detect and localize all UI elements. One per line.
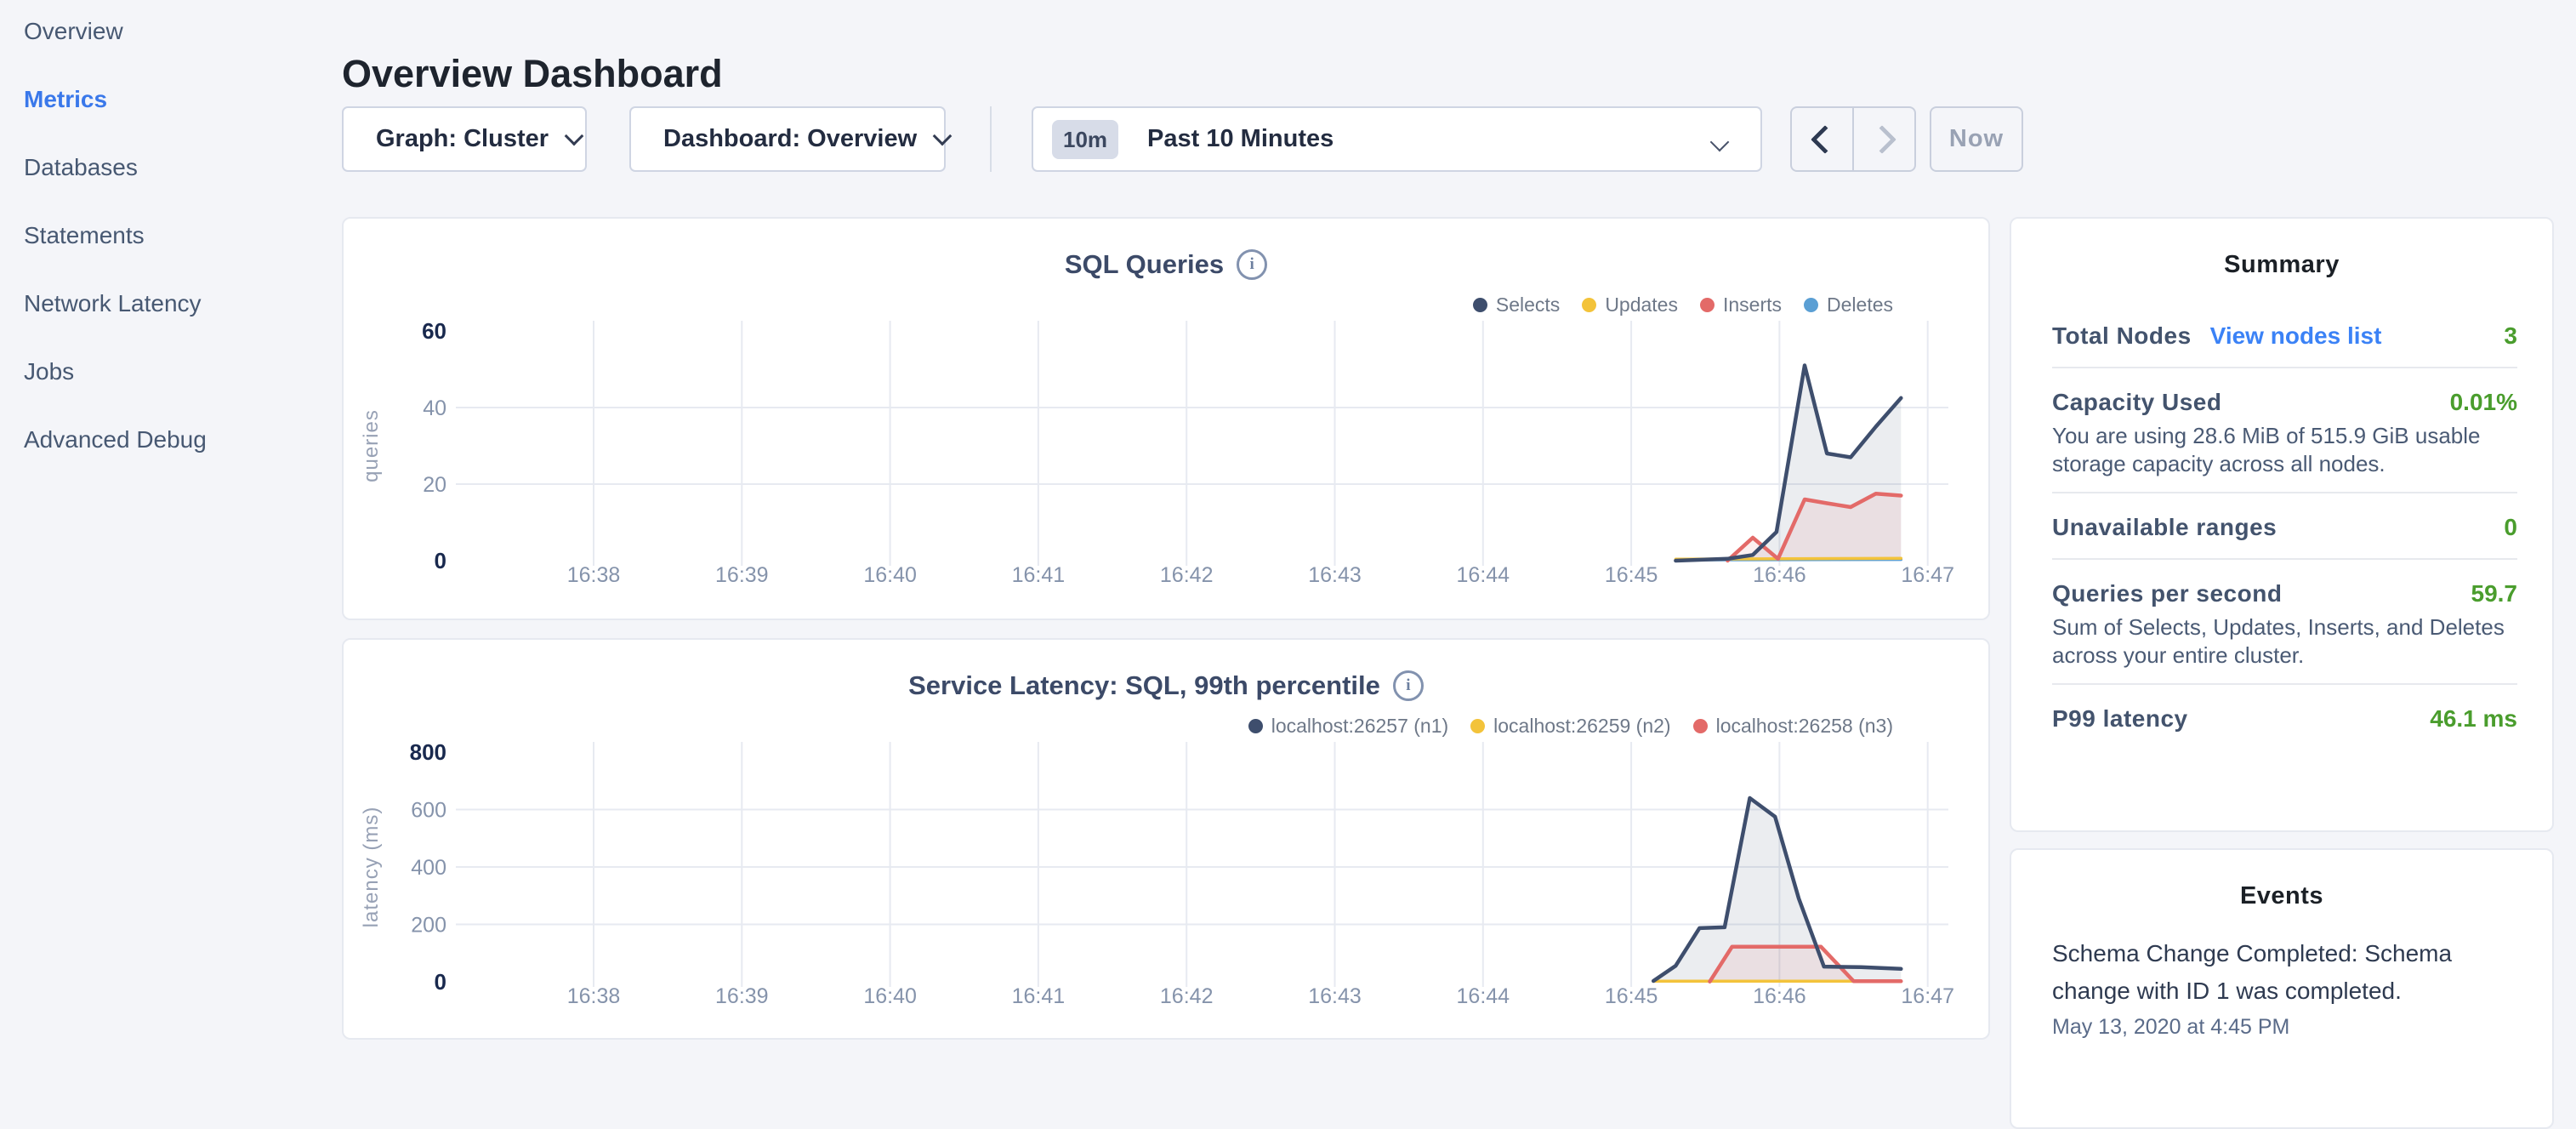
svg-text:16:42: 16:42 xyxy=(1160,563,1214,587)
summary-row-description: Sum of Selects, Updates, Inserts, and De… xyxy=(2052,613,2517,670)
events-heading: Events xyxy=(2011,881,2552,910)
summary-row-label: Total Nodes xyxy=(2052,322,2192,350)
summary-row-label: Unavailable ranges xyxy=(2052,514,2277,541)
chevron-down-icon xyxy=(1710,133,1730,152)
svg-text:16:40: 16:40 xyxy=(863,984,917,1008)
summary-row-label: P99 latency xyxy=(2052,705,2188,733)
sidebar-item-overview[interactable]: Overview xyxy=(24,17,313,46)
svg-text:16:47: 16:47 xyxy=(1901,984,1954,1008)
svg-text:queries: queries xyxy=(360,409,383,482)
service-latency-chart-plot[interactable]: 0 200 400 600 800 16:38 16:39 16:40 16:41 16:42 16… xyxy=(344,640,1988,1038)
svg-text:600: 600 xyxy=(411,799,446,823)
svg-text:16:39: 16:39 xyxy=(715,984,769,1008)
dashboard-dropdown-label: Dashboard: Overview xyxy=(663,125,917,153)
svg-text:16:45: 16:45 xyxy=(1605,563,1658,587)
svg-text:16:41: 16:41 xyxy=(1012,984,1066,1008)
summary-row-total-nodes: Total Nodes View nodes list 3 xyxy=(2052,319,2517,353)
svg-text:16:44: 16:44 xyxy=(1457,563,1510,587)
summary-row-value: 0.01% xyxy=(2450,389,2517,416)
summary-row-value: 3 xyxy=(2504,322,2517,350)
summary-row-label: Queries per second xyxy=(2052,580,2282,607)
event-timestamp: May 13, 2020 at 4:45 PM xyxy=(2052,1014,2515,1041)
svg-text:16:45: 16:45 xyxy=(1605,984,1658,1008)
svg-text:16:39: 16:39 xyxy=(715,563,769,587)
svg-text:40: 40 xyxy=(423,396,446,420)
sidebar-nav: Overview Metrics Databases Statements Networ… xyxy=(24,17,313,493)
svg-text:latency (ms): latency (ms) xyxy=(360,807,383,928)
chevron-right-icon xyxy=(1868,125,1896,154)
summary-divider xyxy=(2052,492,2517,493)
summary-row-queries-per-second: Queries per second 59.7 xyxy=(2052,577,2517,611)
sidebar-item-metrics[interactable]: Metrics xyxy=(24,85,313,114)
summary-row-value: 46.1 ms xyxy=(2430,705,2517,733)
summary-divider xyxy=(2052,558,2517,560)
graph-scope-dropdown[interactable]: Graph: Cluster xyxy=(342,106,587,172)
sidebar-item-databases[interactable]: Databases xyxy=(24,153,313,182)
svg-text:16:40: 16:40 xyxy=(863,563,917,587)
page-title: Overview Dashboard xyxy=(342,51,723,97)
summary-row-label: Capacity Used xyxy=(2052,389,2221,416)
event-list-item[interactable]: Schema Change Completed: Schema change w… xyxy=(2011,935,2552,1041)
dashboard-dropdown[interactable]: Dashboard: Overview xyxy=(629,106,946,172)
summary-panel: Summary Total Nodes View nodes list 3 Capac… xyxy=(2010,217,2554,832)
svg-text:20: 20 xyxy=(423,473,446,497)
summary-divider xyxy=(2052,683,2517,685)
svg-text:60: 60 xyxy=(422,318,446,344)
summary-rows: Total Nodes View nodes list 3 Capacity Used… xyxy=(2011,319,2552,736)
summary-row-unavailable-ranges: Unavailable ranges 0 xyxy=(2052,510,2517,545)
summary-row-value: 0 xyxy=(2504,514,2517,541)
now-button[interactable]: Now xyxy=(1930,106,2023,172)
svg-text:16:43: 16:43 xyxy=(1308,984,1362,1008)
svg-text:16:43: 16:43 xyxy=(1308,563,1362,587)
time-step-buttons xyxy=(1790,106,1916,172)
time-back-button[interactable] xyxy=(1792,108,1854,170)
svg-text:16:38: 16:38 xyxy=(567,563,621,587)
svg-text:200: 200 xyxy=(411,914,446,938)
sidebar-item-statements[interactable]: Statements xyxy=(24,221,313,250)
events-panel: Events Schema Change Completed: Schema c… xyxy=(2010,848,2554,1129)
view-nodes-list-link[interactable]: View nodes list xyxy=(2210,322,2382,350)
event-text: Schema Change Completed: Schema change w… xyxy=(2052,935,2515,1010)
sql-queries-chart-plot[interactable]: 0 20 40 60 16:38 16:39 16:40 16:41 16:42 16:43 16:… xyxy=(344,219,1988,619)
sql-queries-chart-card: SQL Queries i SelectsUpdatesInsertsDelet… xyxy=(342,217,1990,620)
graph-scope-dropdown-label: Graph: Cluster xyxy=(376,125,549,153)
time-range-dropdown[interactable]: 10m Past 10 Minutes xyxy=(1032,106,1762,172)
svg-text:16:42: 16:42 xyxy=(1160,984,1214,1008)
summary-divider xyxy=(2052,367,2517,368)
time-range-label: Past 10 Minutes xyxy=(1147,125,1333,153)
summary-row-p99-latency: P99 latency 46.1 ms xyxy=(2052,702,2517,736)
service-latency-chart-card: Service Latency: SQL, 99th percentile i … xyxy=(342,638,1990,1040)
svg-text:400: 400 xyxy=(411,856,446,880)
svg-text:16:44: 16:44 xyxy=(1457,984,1510,1008)
svg-text:16:46: 16:46 xyxy=(1753,984,1806,1008)
sidebar-item-jobs[interactable]: Jobs xyxy=(24,357,313,386)
chevron-left-icon xyxy=(1811,125,1840,154)
controls-divider xyxy=(990,106,992,172)
summary-row-value: 59.7 xyxy=(2471,580,2518,607)
svg-text:16:41: 16:41 xyxy=(1012,563,1066,587)
time-forward-button[interactable] xyxy=(1854,108,1914,170)
events-list: Schema Change Completed: Schema change w… xyxy=(2011,935,2552,1041)
svg-text:16:46: 16:46 xyxy=(1753,563,1806,587)
sidebar-item-network-latency[interactable]: Network Latency xyxy=(24,289,313,318)
summary-heading: Summary xyxy=(2011,250,2552,279)
sidebar-item-advanced-debug[interactable]: Advanced Debug xyxy=(24,425,313,454)
svg-text:16:47: 16:47 xyxy=(1901,563,1954,587)
summary-row-description: You are using 28.6 MiB of 515.9 GiB usab… xyxy=(2052,422,2517,478)
svg-text:0: 0 xyxy=(435,548,446,573)
svg-text:16:38: 16:38 xyxy=(567,984,621,1008)
summary-row-capacity-used: Capacity Used 0.01% xyxy=(2052,385,2517,419)
svg-text:800: 800 xyxy=(410,739,446,765)
chevron-down-icon xyxy=(565,126,584,145)
svg-text:0: 0 xyxy=(435,969,446,995)
chevron-down-icon xyxy=(933,126,952,145)
time-window-badge: 10m xyxy=(1052,120,1118,159)
